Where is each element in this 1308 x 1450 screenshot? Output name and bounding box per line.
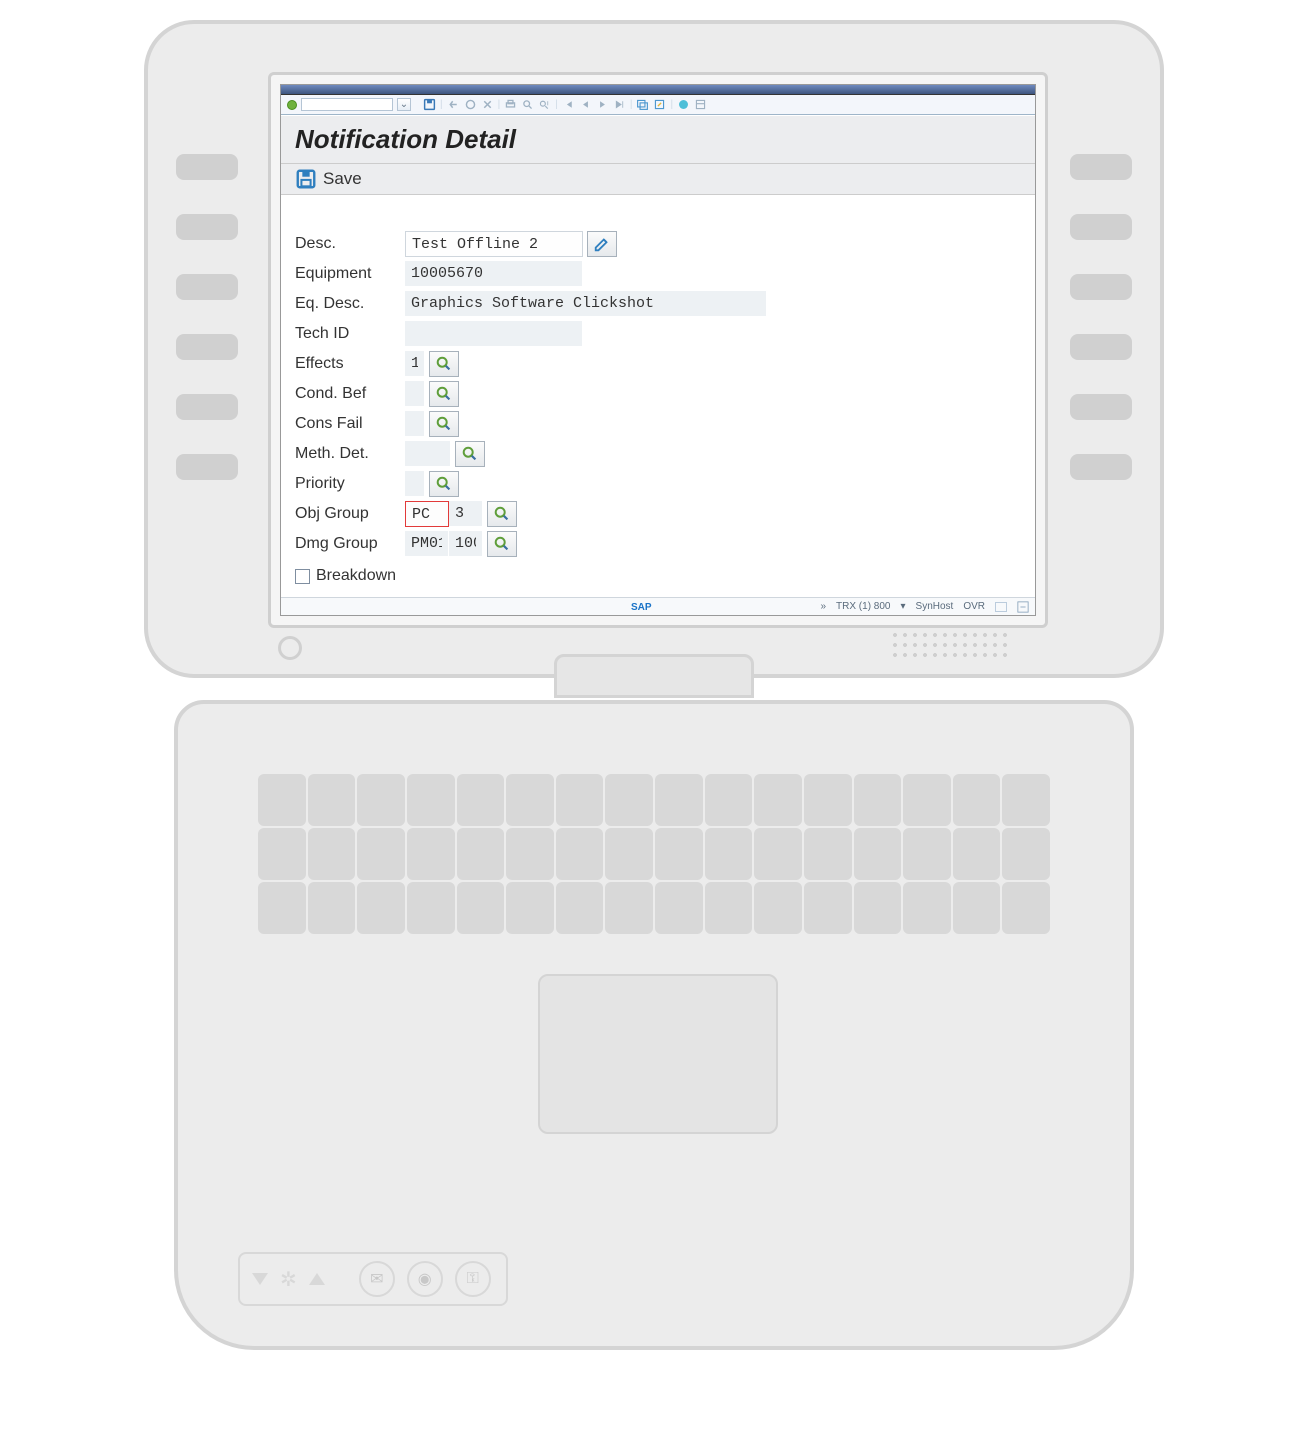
dmg-group-code-input[interactable] bbox=[405, 531, 449, 557]
effects-input[interactable] bbox=[405, 351, 425, 377]
meth-det-search-button[interactable] bbox=[455, 441, 485, 467]
status-server: SynHost bbox=[916, 601, 954, 612]
status-system: TRX (1) 800 bbox=[836, 601, 890, 612]
cond-bef-input[interactable] bbox=[405, 381, 425, 407]
tech-id-input[interactable] bbox=[405, 321, 583, 347]
brightness-up-button[interactable] bbox=[309, 1273, 325, 1285]
obj-group-search-button[interactable] bbox=[487, 501, 517, 527]
next-page-icon[interactable] bbox=[596, 98, 609, 111]
save-icon[interactable] bbox=[423, 98, 436, 111]
device-base: ✲ ✉ ◉ ⚿ bbox=[174, 700, 1134, 1350]
record-button[interactable]: ◉ bbox=[407, 1261, 443, 1297]
first-page-icon[interactable] bbox=[562, 98, 575, 111]
sap-logo: SAP bbox=[631, 602, 652, 613]
desc-label: Desc. bbox=[295, 235, 405, 253]
dmg-group-label: Dmg Group bbox=[295, 535, 405, 553]
search-icon bbox=[435, 385, 453, 403]
brightness-icon: ✲ bbox=[280, 1267, 297, 1292]
trackpad[interactable] bbox=[538, 974, 778, 1134]
equipment-label: Equipment bbox=[295, 265, 405, 283]
dmg-group-value-input[interactable] bbox=[449, 531, 483, 557]
find-icon[interactable] bbox=[521, 98, 534, 111]
status-dropdown-icon[interactable]: ▾ bbox=[901, 601, 906, 612]
breakdown-checkbox[interactable] bbox=[295, 569, 310, 584]
cond-bef-search-button[interactable] bbox=[429, 381, 459, 407]
cons-fail-input[interactable] bbox=[405, 411, 425, 437]
system-toolbar: ⌄ | | | | | bbox=[281, 95, 1035, 115]
obj-group-value-input[interactable] bbox=[449, 501, 483, 527]
priority-search-button[interactable] bbox=[429, 471, 459, 497]
keyboard[interactable] bbox=[258, 774, 1050, 934]
mail-button[interactable]: ✉ bbox=[359, 1261, 395, 1297]
window-titlebar[interactable] bbox=[281, 85, 1035, 95]
priority-input[interactable] bbox=[405, 471, 425, 497]
shortcut-icon[interactable] bbox=[653, 98, 666, 111]
help-icon[interactable] bbox=[677, 98, 690, 111]
desc-input[interactable] bbox=[405, 231, 583, 257]
search-icon bbox=[493, 535, 511, 553]
cons-fail-label: Cons Fail bbox=[295, 415, 405, 433]
last-page-icon[interactable] bbox=[613, 98, 626, 111]
search-icon bbox=[435, 355, 453, 373]
command-dropdown[interactable]: ⌄ bbox=[397, 98, 411, 111]
command-field[interactable] bbox=[301, 98, 393, 111]
eq-desc-label: Eq. Desc. bbox=[295, 295, 405, 313]
desc-edit-button[interactable] bbox=[587, 231, 617, 257]
exit-icon[interactable] bbox=[464, 98, 477, 111]
search-icon bbox=[493, 505, 511, 523]
status-mode: OVR bbox=[963, 601, 985, 612]
effects-label: Effects bbox=[295, 355, 405, 373]
dmg-group-search-button[interactable] bbox=[487, 531, 517, 557]
search-icon bbox=[435, 415, 453, 433]
save-icon[interactable] bbox=[295, 168, 317, 190]
print-icon[interactable] bbox=[504, 98, 517, 111]
cons-fail-search-button[interactable] bbox=[429, 411, 459, 437]
priority-label: Priority bbox=[295, 475, 405, 493]
effects-search-button[interactable] bbox=[429, 351, 459, 377]
meth-det-label: Meth. Det. bbox=[295, 445, 405, 463]
screen: ⌄ | | | | | bbox=[280, 84, 1036, 616]
page-header: Notification Detail bbox=[281, 115, 1035, 164]
brightness-down-button[interactable] bbox=[252, 1273, 268, 1285]
prev-page-icon[interactable] bbox=[579, 98, 592, 111]
save-button[interactable]: Save bbox=[323, 169, 362, 189]
device-lid: ⌄ | | | | | bbox=[144, 20, 1164, 678]
back-icon[interactable] bbox=[447, 98, 460, 111]
breakdown-label: Breakdown bbox=[316, 567, 396, 585]
pencil-icon bbox=[593, 235, 611, 253]
device-hinge bbox=[554, 654, 754, 698]
indicator-led bbox=[278, 636, 302, 660]
equipment-input[interactable] bbox=[405, 261, 583, 287]
meth-det-input[interactable] bbox=[405, 441, 451, 467]
new-session-icon[interactable] bbox=[636, 98, 649, 111]
layout-icon[interactable] bbox=[694, 98, 707, 111]
obj-group-label: Obj Group bbox=[295, 505, 405, 523]
eq-desc-input[interactable] bbox=[405, 291, 767, 317]
page-title: Notification Detail bbox=[295, 124, 1021, 155]
status-scroll-icon[interactable] bbox=[995, 602, 1007, 612]
application-toolbar: Save bbox=[281, 164, 1035, 195]
cancel-icon[interactable] bbox=[481, 98, 494, 111]
control-plate: ✲ ✉ ◉ ⚿ bbox=[238, 1252, 508, 1306]
obj-group-code-input[interactable] bbox=[405, 501, 449, 527]
enter-status-icon[interactable] bbox=[287, 100, 297, 110]
status-settings-icon[interactable] bbox=[1017, 601, 1029, 613]
form-body: Desc. Equipment Eq. Desc. bbox=[281, 195, 1035, 599]
key-button[interactable]: ⚿ bbox=[455, 1261, 491, 1297]
search-icon bbox=[435, 475, 453, 493]
cond-bef-label: Cond. Bef bbox=[295, 385, 405, 403]
status-bar: SAP » TRX (1) 800 ▾ SynHost OVR bbox=[281, 597, 1035, 615]
device-frame: ⌄ | | | | | bbox=[144, 20, 1164, 1430]
status-more-icon[interactable]: » bbox=[820, 601, 826, 612]
search-icon bbox=[461, 445, 479, 463]
tech-id-label: Tech ID bbox=[295, 325, 405, 343]
find-next-icon[interactable] bbox=[538, 98, 551, 111]
